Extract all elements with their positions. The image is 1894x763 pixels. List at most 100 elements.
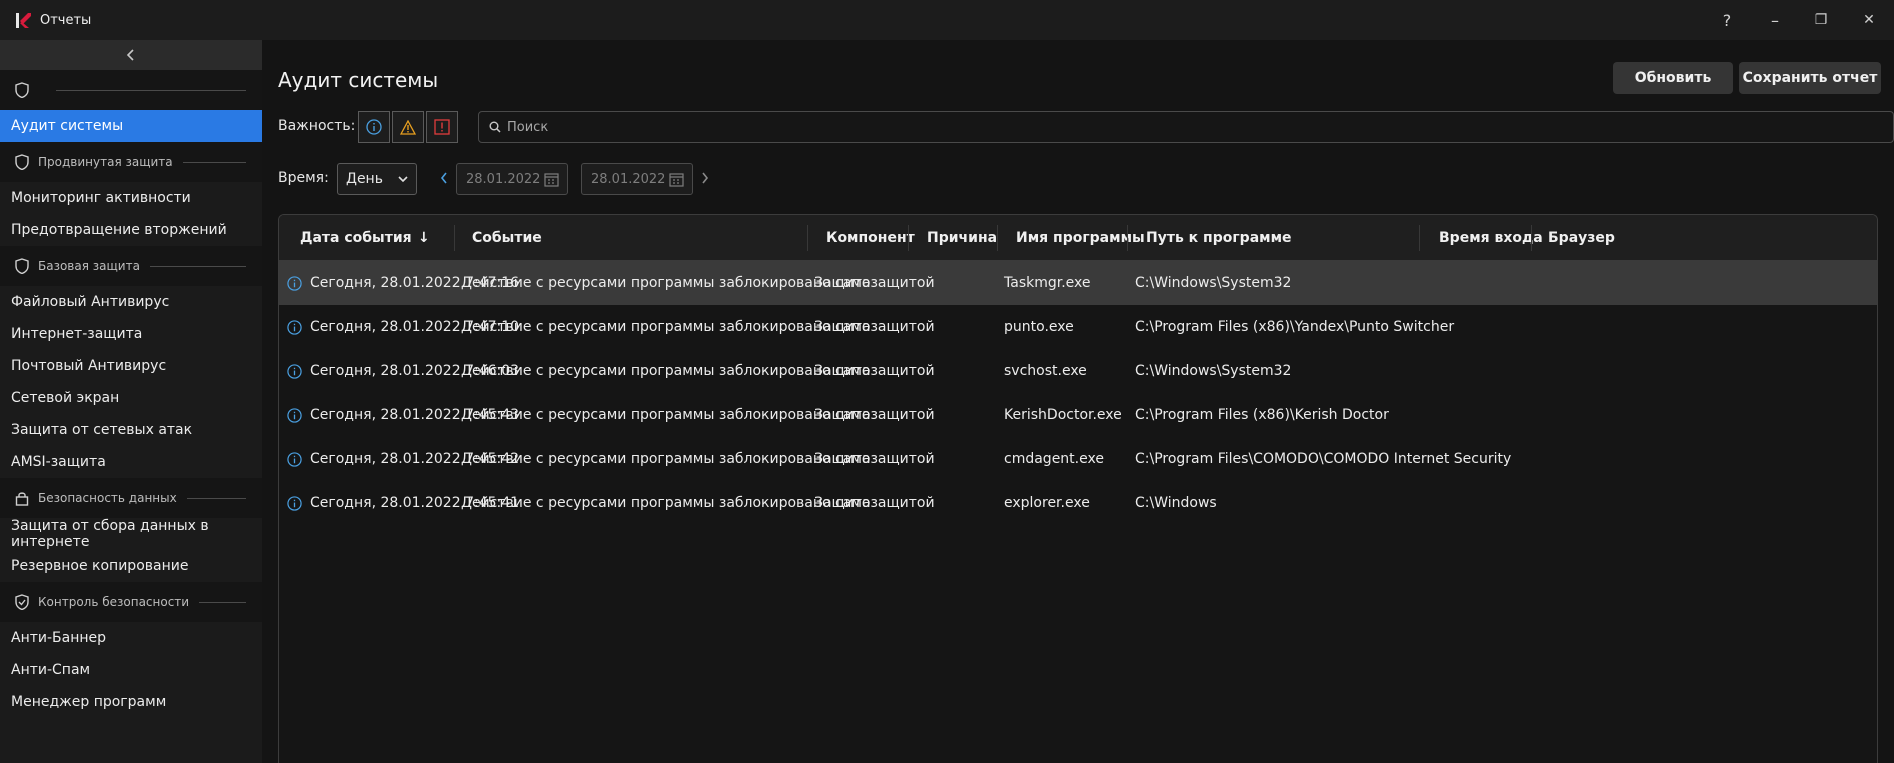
critical-icon bbox=[434, 119, 450, 135]
sidebar-item[interactable]: Резервное копирование bbox=[0, 550, 262, 582]
shield-check-icon bbox=[14, 594, 30, 610]
column-header[interactable]: Время входа bbox=[1439, 215, 1543, 261]
sidebar-section-title: Контроль безопасности bbox=[38, 595, 190, 609]
cell-text: Защита bbox=[814, 275, 871, 291]
sidebar-item[interactable]: AMSI-защита bbox=[0, 446, 262, 478]
section-divider bbox=[186, 497, 246, 499]
column-separator[interactable] bbox=[1127, 225, 1128, 251]
calendar-icon bbox=[669, 173, 684, 187]
cell-text: Защита bbox=[814, 319, 871, 335]
sidebar-section-header bbox=[0, 70, 262, 110]
sidebar-item[interactable]: Почтовый Антивирус bbox=[0, 350, 262, 382]
period-select[interactable]: День bbox=[337, 163, 417, 195]
column-separator[interactable] bbox=[1531, 225, 1532, 251]
help-button[interactable]: ? bbox=[1702, 0, 1752, 40]
cell-component: Защита bbox=[814, 393, 871, 437]
column-header[interactable]: Дата события bbox=[300, 215, 412, 261]
cell-component: Защита bbox=[814, 261, 871, 305]
save-report-button[interactable]: Сохранить отчет bbox=[1739, 62, 1881, 94]
window-title: Отчеты bbox=[40, 13, 92, 28]
column-header[interactable]: Путь к программе bbox=[1146, 215, 1292, 261]
sidebar-item[interactable]: Сетевой экран bbox=[0, 382, 262, 414]
cell-text: Защита bbox=[814, 363, 871, 379]
info-icon bbox=[287, 275, 302, 291]
cell-path: C:\Windows\System32 bbox=[1135, 349, 1291, 393]
column-header[interactable]: Имя программы bbox=[1016, 215, 1145, 261]
date-from-field[interactable]: 28.01.2022 bbox=[456, 163, 568, 195]
info-icon bbox=[287, 407, 302, 423]
time-label: Время: bbox=[278, 170, 329, 186]
sidebar-item[interactable]: Файловый Антивирус bbox=[0, 286, 262, 318]
date-next-button[interactable] bbox=[698, 168, 712, 188]
sidebar-item[interactable]: Защита от сетевых атак bbox=[0, 414, 262, 446]
minimize-button[interactable]: – bbox=[1750, 0, 1800, 40]
cell-program: explorer.exe bbox=[1004, 481, 1090, 525]
date-to-value: 28.01.2022 bbox=[591, 171, 666, 187]
sidebar-item[interactable]: Интернет-защита bbox=[0, 318, 262, 350]
section-divider bbox=[149, 265, 246, 267]
chevron-left-icon bbox=[126, 49, 134, 61]
close-button[interactable]: ✕ bbox=[1844, 0, 1894, 40]
maximize-button[interactable]: ❐ bbox=[1796, 0, 1846, 40]
cell-component: Защита bbox=[814, 437, 871, 481]
search-placeholder: Поиск bbox=[507, 119, 549, 135]
column-separator[interactable] bbox=[807, 225, 808, 251]
column-separator[interactable] bbox=[908, 225, 909, 251]
chevron-right-icon bbox=[702, 172, 709, 184]
cell-text: punto.exe bbox=[1004, 319, 1074, 335]
severity-label: Важность: bbox=[278, 118, 356, 134]
column-separator[interactable] bbox=[454, 225, 455, 251]
table-row[interactable]: Сегодня, 28.01.2022 7:47:16 Действие с ре… bbox=[279, 261, 1877, 305]
column-header[interactable]: Событие bbox=[472, 215, 542, 261]
column-header[interactable]: Браузер bbox=[1548, 215, 1615, 261]
cell-program: punto.exe bbox=[1004, 305, 1074, 349]
table-header: Дата события Событие Компонент Причина Имя п… bbox=[279, 215, 1877, 261]
cell-path: C:\Windows\System32 bbox=[1135, 261, 1291, 305]
sidebar-sections: Аудит системы Продвинутая защита Мониторин… bbox=[0, 70, 262, 718]
calendar-icon bbox=[544, 173, 559, 187]
refresh-button[interactable]: Обновить bbox=[1613, 62, 1733, 94]
table-row[interactable]: Сегодня, 28.01.2022 7:47:10 Действие с ре… bbox=[279, 305, 1877, 349]
cell-text: C:\Windows bbox=[1135, 495, 1217, 511]
sidebar-collapse-button[interactable] bbox=[0, 40, 262, 70]
cell-text: explorer.exe bbox=[1004, 495, 1090, 511]
search-input[interactable]: Поиск bbox=[478, 111, 1894, 143]
sidebar-section-header: Базовая защита bbox=[0, 246, 262, 286]
table-row[interactable]: Сегодня, 28.01.2022 7:45:43 Действие с ре… bbox=[279, 393, 1877, 437]
severity-critical-toggle[interactable] bbox=[426, 111, 458, 143]
info-icon bbox=[287, 363, 302, 379]
search-icon bbox=[489, 121, 501, 133]
sidebar-item[interactable]: Анти-Спам bbox=[0, 654, 262, 686]
sidebar-item[interactable]: Предотвращение вторжений bbox=[0, 214, 262, 246]
period-value: День bbox=[346, 171, 383, 187]
cell-text: C:\Windows\System32 bbox=[1135, 363, 1292, 379]
column-separator[interactable] bbox=[1419, 225, 1420, 251]
cell-program: Taskmgr.exe bbox=[1004, 261, 1091, 305]
info-icon bbox=[287, 319, 302, 335]
column-header[interactable]: Причина bbox=[927, 215, 997, 261]
sidebar-item[interactable]: Менеджер программ bbox=[0, 686, 262, 718]
sidebar-item[interactable]: Защита от сбора данных в интернете bbox=[0, 518, 262, 550]
title-bar: Отчеты ? – ❐ ✕ bbox=[0, 0, 1894, 40]
cell-program: KerishDoctor.exe bbox=[1004, 393, 1122, 437]
sidebar-item[interactable]: Мониторинг активности bbox=[0, 182, 262, 214]
date-prev-button[interactable] bbox=[437, 168, 451, 188]
cell-text: C:\Program Files (x86)\Kerish Doctor bbox=[1135, 407, 1389, 423]
table-row[interactable]: Сегодня, 28.01.2022 7:45:41 Действие с ре… bbox=[279, 481, 1877, 525]
severity-warning-toggle[interactable] bbox=[392, 111, 424, 143]
page-title: Аудит системы bbox=[278, 68, 439, 92]
severity-info-toggle[interactable] bbox=[358, 111, 390, 143]
sidebar-item[interactable]: Анти-Баннер bbox=[0, 622, 262, 654]
date-from-value: 28.01.2022 bbox=[466, 171, 541, 187]
table-row[interactable]: Сегодня, 28.01.2022 7:45:42 Действие с ре… bbox=[279, 437, 1877, 481]
sidebar-section-header: Безопасность данных bbox=[0, 478, 262, 518]
table-row[interactable]: Сегодня, 28.01.2022 7:46:03 Действие с ре… bbox=[279, 349, 1877, 393]
cell-path: C:\Program Files (x86)\Kerish Doctor bbox=[1135, 393, 1389, 437]
sort-desc-icon[interactable]: ↓ bbox=[418, 215, 430, 261]
column-header[interactable]: Компонент bbox=[826, 215, 915, 261]
column-separator[interactable] bbox=[997, 225, 998, 251]
cell-path: C:\Program Files (x86)\Yandex\Punto Swit… bbox=[1135, 305, 1454, 349]
sidebar-item[interactable]: Аудит системы bbox=[0, 110, 262, 142]
cell-text: Защита bbox=[814, 407, 871, 423]
date-to-field[interactable]: 28.01.2022 bbox=[581, 163, 693, 195]
